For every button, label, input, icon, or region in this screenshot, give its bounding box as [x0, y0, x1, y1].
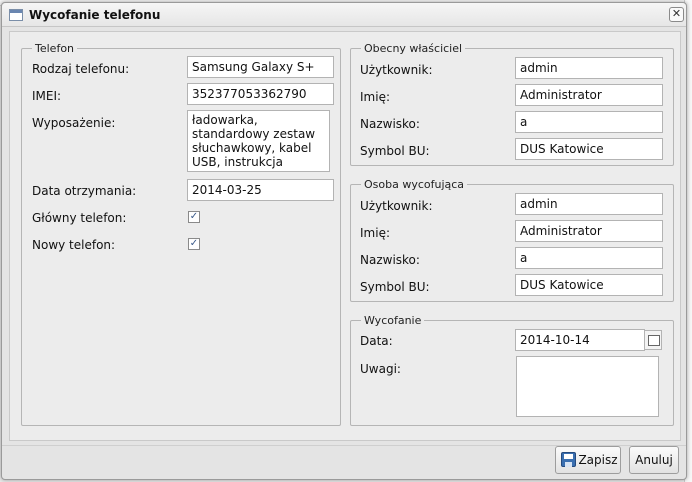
- window-icon: [9, 9, 23, 21]
- retiring-person-bu-label: Symbol BU:: [360, 280, 430, 294]
- dialog-title: Wycofanie telefonu: [29, 8, 161, 22]
- main-phone-checkbox[interactable]: ✓: [188, 211, 200, 223]
- retirement-date-field[interactable]: 2014-10-14: [515, 329, 645, 351]
- current-owner-last-name-label: Nazwisko:: [360, 117, 420, 131]
- retiring-person-user-field[interactable]: admin: [515, 193, 663, 215]
- equipment-label: Wyposażenie:: [32, 116, 116, 130]
- retirement-date-label: Data:: [360, 334, 393, 348]
- current-owner-user-label: Użytkownik:: [360, 63, 433, 77]
- notes-textarea[interactable]: [516, 356, 659, 417]
- new-phone-checkbox[interactable]: ✓: [188, 238, 200, 250]
- retiring-person-last-name-label: Nazwisko:: [360, 253, 420, 267]
- retiring-person-first-name-label: Imię:: [360, 226, 390, 240]
- main-phone-label: Główny telefon:: [32, 211, 127, 225]
- retiring-person-last-name-field[interactable]: a: [515, 247, 663, 269]
- current-owner-user-field[interactable]: admin: [515, 57, 663, 79]
- current-owner-legend: Obecny właściciel: [364, 42, 463, 55]
- notes-label: Uwagi:: [360, 362, 401, 376]
- received-date-field[interactable]: 2014-03-25: [187, 179, 334, 201]
- current-owner-last-name-field[interactable]: a: [515, 111, 663, 133]
- phone-type-label: Rodzaj telefonu:: [32, 62, 130, 76]
- cancel-button-label: Anuluj: [635, 453, 673, 467]
- imei-label: IMEI:: [32, 89, 62, 103]
- retire-phone-dialog: Wycofanie telefonu ✕ Telefon Rodzaj tele…: [1, 2, 687, 480]
- retiring-person-user-label: Użytkownik:: [360, 199, 433, 213]
- current-owner-bu-label: Symbol BU:: [360, 144, 430, 158]
- calendar-icon[interactable]: [644, 330, 662, 350]
- current-owner-first-name-field[interactable]: Administrator: [515, 84, 663, 106]
- current-owner-first-name-label: Imię:: [360, 90, 390, 104]
- save-button-label: Zapisz: [578, 453, 618, 467]
- retiring-person-legend: Osoba wycofująca: [364, 178, 465, 191]
- retiring-person-bu-field[interactable]: DUS Katowice: [515, 274, 663, 296]
- phone-legend: Telefon: [35, 42, 75, 55]
- current-owner-bu-field[interactable]: DUS Katowice: [515, 138, 663, 160]
- dialog-titlebar[interactable]: Wycofanie telefonu ✕: [2, 3, 686, 27]
- cancel-button[interactable]: Anuluj: [629, 446, 679, 474]
- imei-field[interactable]: 352377053362790: [187, 83, 334, 105]
- retiring-person-first-name-field[interactable]: Administrator: [515, 220, 663, 242]
- save-button[interactable]: Zapisz: [555, 446, 621, 474]
- retirement-legend: Wycofanie: [364, 314, 422, 327]
- new-phone-label: Nowy telefon:: [32, 238, 116, 252]
- close-button[interactable]: ✕: [669, 7, 684, 22]
- phone-type-field[interactable]: Samsung Galaxy S+: [187, 56, 334, 78]
- dialog-body: Telefon Rodzaj telefonu: Samsung Galaxy …: [9, 31, 681, 441]
- floppy-disk-icon: [561, 452, 576, 467]
- equipment-textarea[interactable]: ładowarka, standardowy zestaw słuchawkow…: [187, 110, 330, 172]
- received-date-label: Data otrzymania:: [32, 184, 137, 198]
